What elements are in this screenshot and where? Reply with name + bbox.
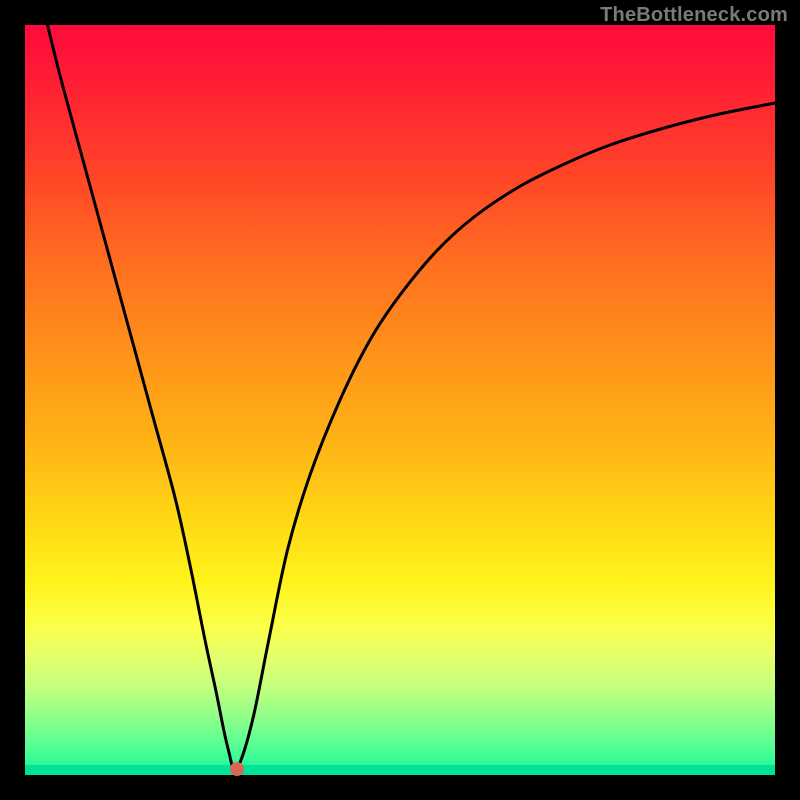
watermark-text: TheBottleneck.com bbox=[600, 4, 788, 27]
chart-frame: TheBottleneck.com bbox=[0, 0, 800, 800]
curve-layer bbox=[25, 25, 775, 775]
bottleneck-curve bbox=[48, 25, 776, 768]
min-marker-icon bbox=[230, 762, 244, 776]
